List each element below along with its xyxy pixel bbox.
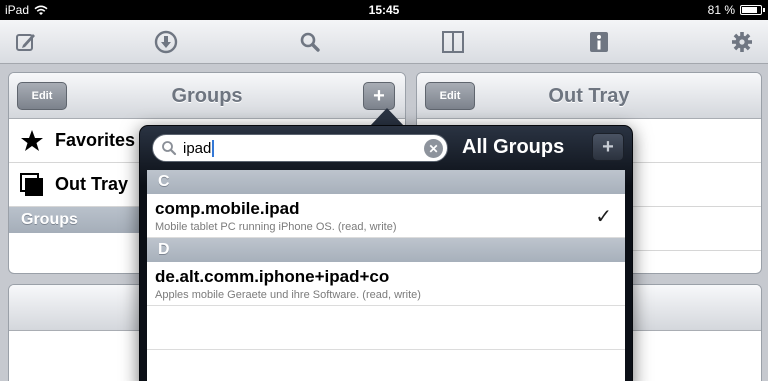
groups-list: C comp.mobile.ipad Mobile tablet PC runn… bbox=[147, 170, 625, 381]
status-bar: iPad 15:45 81 % bbox=[0, 0, 768, 20]
out-tray-panel-title: Out Tray bbox=[548, 85, 630, 107]
compose-icon[interactable] bbox=[12, 28, 40, 56]
battery-icon bbox=[740, 5, 765, 15]
search-input[interactable]: ipad bbox=[183, 139, 215, 157]
favorites-label: Favorites bbox=[55, 130, 136, 150]
section-header-c: C bbox=[147, 170, 625, 194]
group-title: comp.mobile.ipad bbox=[155, 199, 300, 218]
download-icon[interactable] bbox=[152, 28, 180, 56]
status-time: 15:45 bbox=[368, 3, 400, 17]
group-title: de.alt.comm.iphone+ipad+co bbox=[155, 267, 390, 286]
popover-add-button[interactable]: + bbox=[592, 133, 624, 161]
star-icon bbox=[19, 128, 45, 154]
all-groups-popover: ipad ✕ All Groups + C comp.mobile.ipad M… bbox=[139, 125, 633, 381]
clear-search-button[interactable]: ✕ bbox=[424, 139, 443, 158]
group-subtitle: Mobile tablet PC running iPhone OS. (rea… bbox=[155, 221, 397, 233]
checkmark-icon: ✓ bbox=[595, 206, 612, 228]
groups-panel-title: Groups bbox=[171, 85, 243, 107]
groups-panel-header: Edit Groups + bbox=[9, 73, 405, 119]
gear-icon[interactable] bbox=[728, 28, 756, 56]
add-group-button[interactable]: + bbox=[363, 82, 395, 110]
section-header-d: D bbox=[147, 238, 625, 262]
search-icon[interactable] bbox=[296, 28, 324, 56]
out-tray-label: Out Tray bbox=[55, 174, 129, 194]
group-row-comp-mobile-ipad[interactable]: comp.mobile.ipad Mobile tablet PC runnin… bbox=[147, 194, 625, 238]
empty-list-row bbox=[147, 306, 625, 350]
main-toolbar bbox=[0, 20, 768, 64]
popover-title: All Groups bbox=[462, 136, 565, 158]
popover-arrow bbox=[370, 108, 404, 126]
search-field[interactable]: ipad ✕ bbox=[152, 134, 448, 162]
out-tray-icon bbox=[19, 172, 45, 198]
group-subtitle: Apples mobile Geraete und ihre Software.… bbox=[155, 289, 421, 301]
group-row-de-alt-comm-iphone[interactable]: de.alt.comm.iphone+ipad+co Apples mobile… bbox=[147, 262, 625, 306]
info-icon[interactable] bbox=[585, 28, 613, 56]
search-icon bbox=[162, 141, 177, 156]
battery-level bbox=[742, 7, 757, 13]
out-tray-panel-header: Edit Out Tray bbox=[417, 73, 761, 119]
battery-percent: 81 % bbox=[707, 3, 735, 17]
split-view-icon[interactable] bbox=[439, 28, 467, 56]
